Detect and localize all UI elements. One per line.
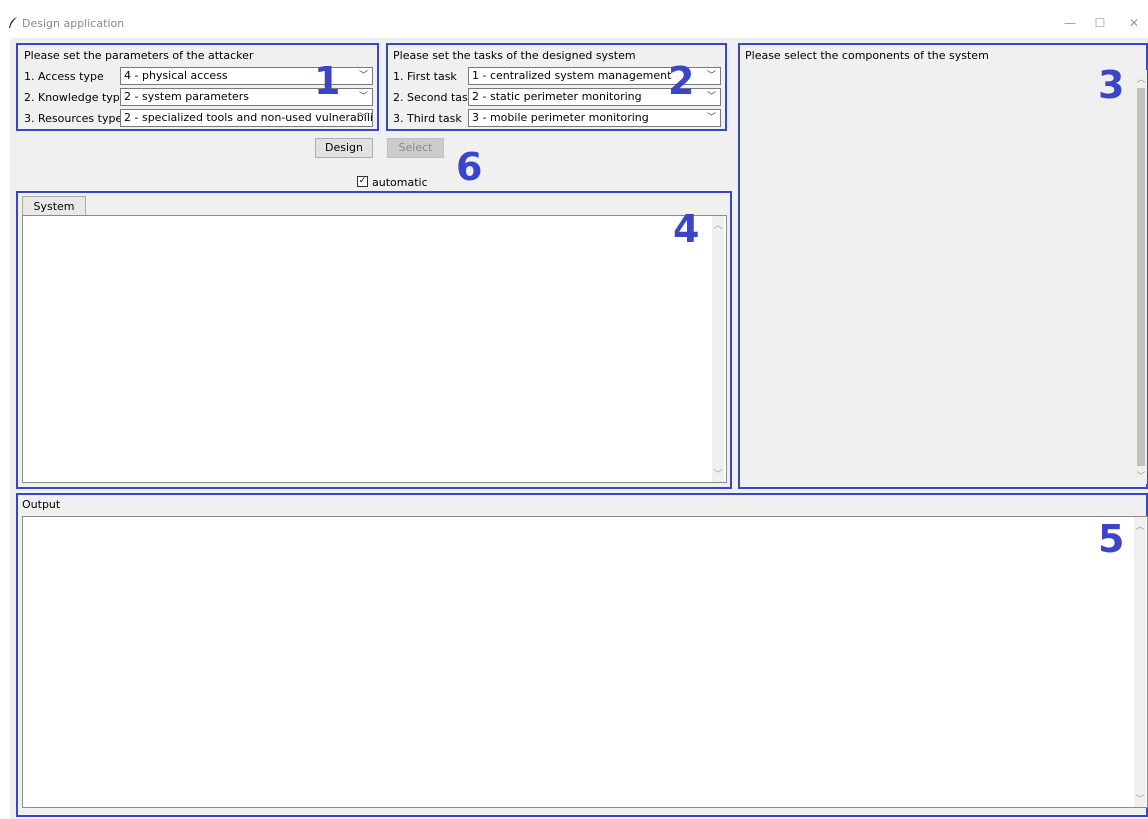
tasks-panel-title: Please set the tasks of the designed sys…	[393, 49, 636, 62]
output-label: Output	[22, 498, 61, 511]
title-bar: Design application — ☐ ✕	[0, 0, 1148, 38]
resources-type-label: 3. Resources type	[24, 112, 123, 125]
tab-system[interactable]: System	[22, 196, 86, 216]
output-scrollbar[interactable]: ︿ ﹀	[1134, 517, 1146, 807]
system-text-area[interactable]	[22, 215, 727, 483]
maximize-button[interactable]: ☐	[1090, 15, 1110, 31]
second-task-value: 2 - static perimeter monitoring	[472, 90, 642, 103]
access-type-value: 4 - physical access	[124, 69, 228, 82]
scroll-down-icon[interactable]: ﹀	[1134, 792, 1146, 805]
knowledge-type-label: 2. Knowledge type	[24, 91, 127, 104]
system-scrollbar[interactable]: ︿ ﹀	[712, 216, 724, 482]
second-task-label: 2. Second task	[393, 91, 475, 104]
annotation-5: 5	[1098, 517, 1125, 561]
chevron-down-icon: ﹀	[706, 92, 716, 102]
resources-type-value: 2 - specialized tools and non-used vulne…	[124, 111, 373, 124]
annotation-6: 6	[456, 145, 483, 189]
feather-icon	[8, 17, 18, 32]
attacker-panel-title: Please set the parameters of the attacke…	[24, 49, 254, 62]
third-task-label: 3. Third task	[393, 112, 462, 125]
minimize-button[interactable]: —	[1060, 15, 1080, 31]
output-text-area[interactable]	[22, 516, 1148, 808]
chevron-down-icon: ﹀	[706, 71, 716, 81]
chevron-down-icon: ﹀	[358, 113, 368, 123]
knowledge-type-value: 2 - system parameters	[124, 90, 250, 103]
access-type-label: 1. Access type	[24, 70, 104, 83]
first-task-value: 1 - centralized system management	[472, 69, 672, 82]
annotation-3: 3	[1098, 63, 1125, 107]
automatic-checkbox[interactable]: ✓	[357, 176, 368, 187]
window-title: Design application	[22, 17, 125, 30]
first-task-label: 1. First task	[393, 70, 457, 83]
select-button[interactable]: Select	[387, 138, 444, 158]
design-button[interactable]: Design	[315, 138, 373, 158]
chevron-down-icon: ﹀	[358, 92, 368, 102]
scroll-up-icon[interactable]: ︿	[1135, 72, 1147, 85]
components-panel	[738, 43, 1148, 489]
scroll-up-icon[interactable]: ︿	[1134, 519, 1146, 532]
scroll-down-icon[interactable]: ﹀	[712, 467, 724, 480]
automatic-label: automatic	[372, 176, 428, 189]
annotation-4: 4	[673, 207, 700, 251]
annotation-1: 1	[314, 59, 341, 103]
components-scrollbar[interactable]: ︿ ﹀	[1135, 70, 1147, 484]
close-button[interactable]: ✕	[1124, 15, 1144, 31]
scroll-up-icon[interactable]: ︿	[712, 218, 724, 231]
chevron-down-icon: ﹀	[358, 71, 368, 81]
scrollbar-thumb[interactable]	[1137, 88, 1145, 466]
scroll-down-icon[interactable]: ﹀	[1135, 469, 1147, 482]
annotation-2: 2	[668, 59, 695, 103]
third-task-value: 3 - mobile perimeter monitoring	[472, 111, 649, 124]
third-task-select[interactable]: 3 - mobile perimeter monitoring ﹀	[468, 109, 721, 127]
chevron-down-icon: ﹀	[706, 113, 716, 123]
components-panel-title: Please select the components of the syst…	[745, 49, 989, 62]
resources-type-select[interactable]: 2 - specialized tools and non-used vulne…	[120, 109, 373, 127]
